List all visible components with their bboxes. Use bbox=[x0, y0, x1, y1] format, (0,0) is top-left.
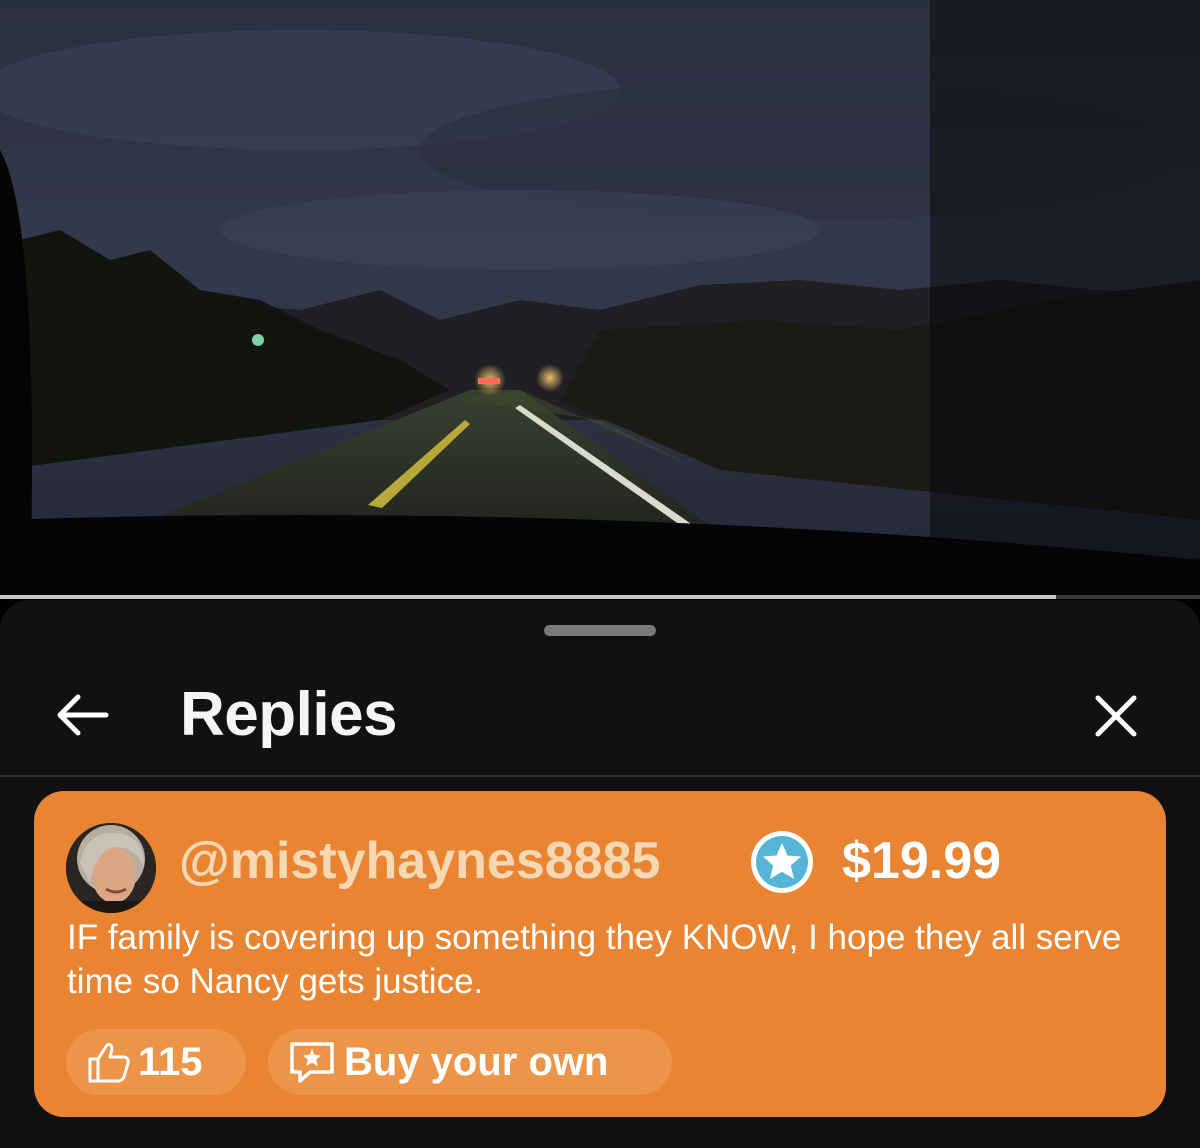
verified-star-badge-icon bbox=[751, 831, 813, 893]
paid-reply-card[interactable]: @mistyhaynes8885 $19.99 IF family is cov… bbox=[34, 791, 1166, 1117]
like-button[interactable]: 115 bbox=[66, 1029, 246, 1095]
video-progress-fill bbox=[0, 595, 1056, 599]
back-button[interactable] bbox=[50, 690, 114, 740]
reply-username[interactable]: @mistyhaynes8885 bbox=[179, 831, 660, 891]
chat-star-icon bbox=[290, 1042, 334, 1083]
avatar[interactable] bbox=[66, 823, 156, 913]
arrow-left-icon bbox=[57, 694, 109, 736]
page-title: Replies bbox=[180, 680, 398, 749]
reply-price: $19.99 bbox=[842, 832, 1002, 890]
replies-header: Replies bbox=[0, 660, 1200, 775]
sheet-grabber-handle[interactable] bbox=[544, 625, 656, 636]
avatar-photo bbox=[66, 823, 156, 913]
close-button[interactable] bbox=[1090, 690, 1142, 742]
video-player[interactable] bbox=[0, 0, 1200, 598]
replies-sheet: Replies @mistyhaynes8885 $19.99 IF famil… bbox=[0, 600, 1200, 1148]
video-progress-bar[interactable] bbox=[0, 595, 1200, 599]
header-divider bbox=[0, 775, 1200, 777]
thumbs-up-icon bbox=[88, 1043, 130, 1083]
like-count: 115 bbox=[138, 1039, 203, 1084]
buy-your-own-button[interactable]: Buy your own bbox=[268, 1029, 672, 1095]
buy-your-own-label: Buy your own bbox=[344, 1039, 609, 1084]
reply-message: IF family is covering up something they … bbox=[67, 918, 1122, 1001]
video-frame-road-at-dusk bbox=[0, 0, 1200, 598]
close-icon bbox=[1095, 695, 1137, 737]
